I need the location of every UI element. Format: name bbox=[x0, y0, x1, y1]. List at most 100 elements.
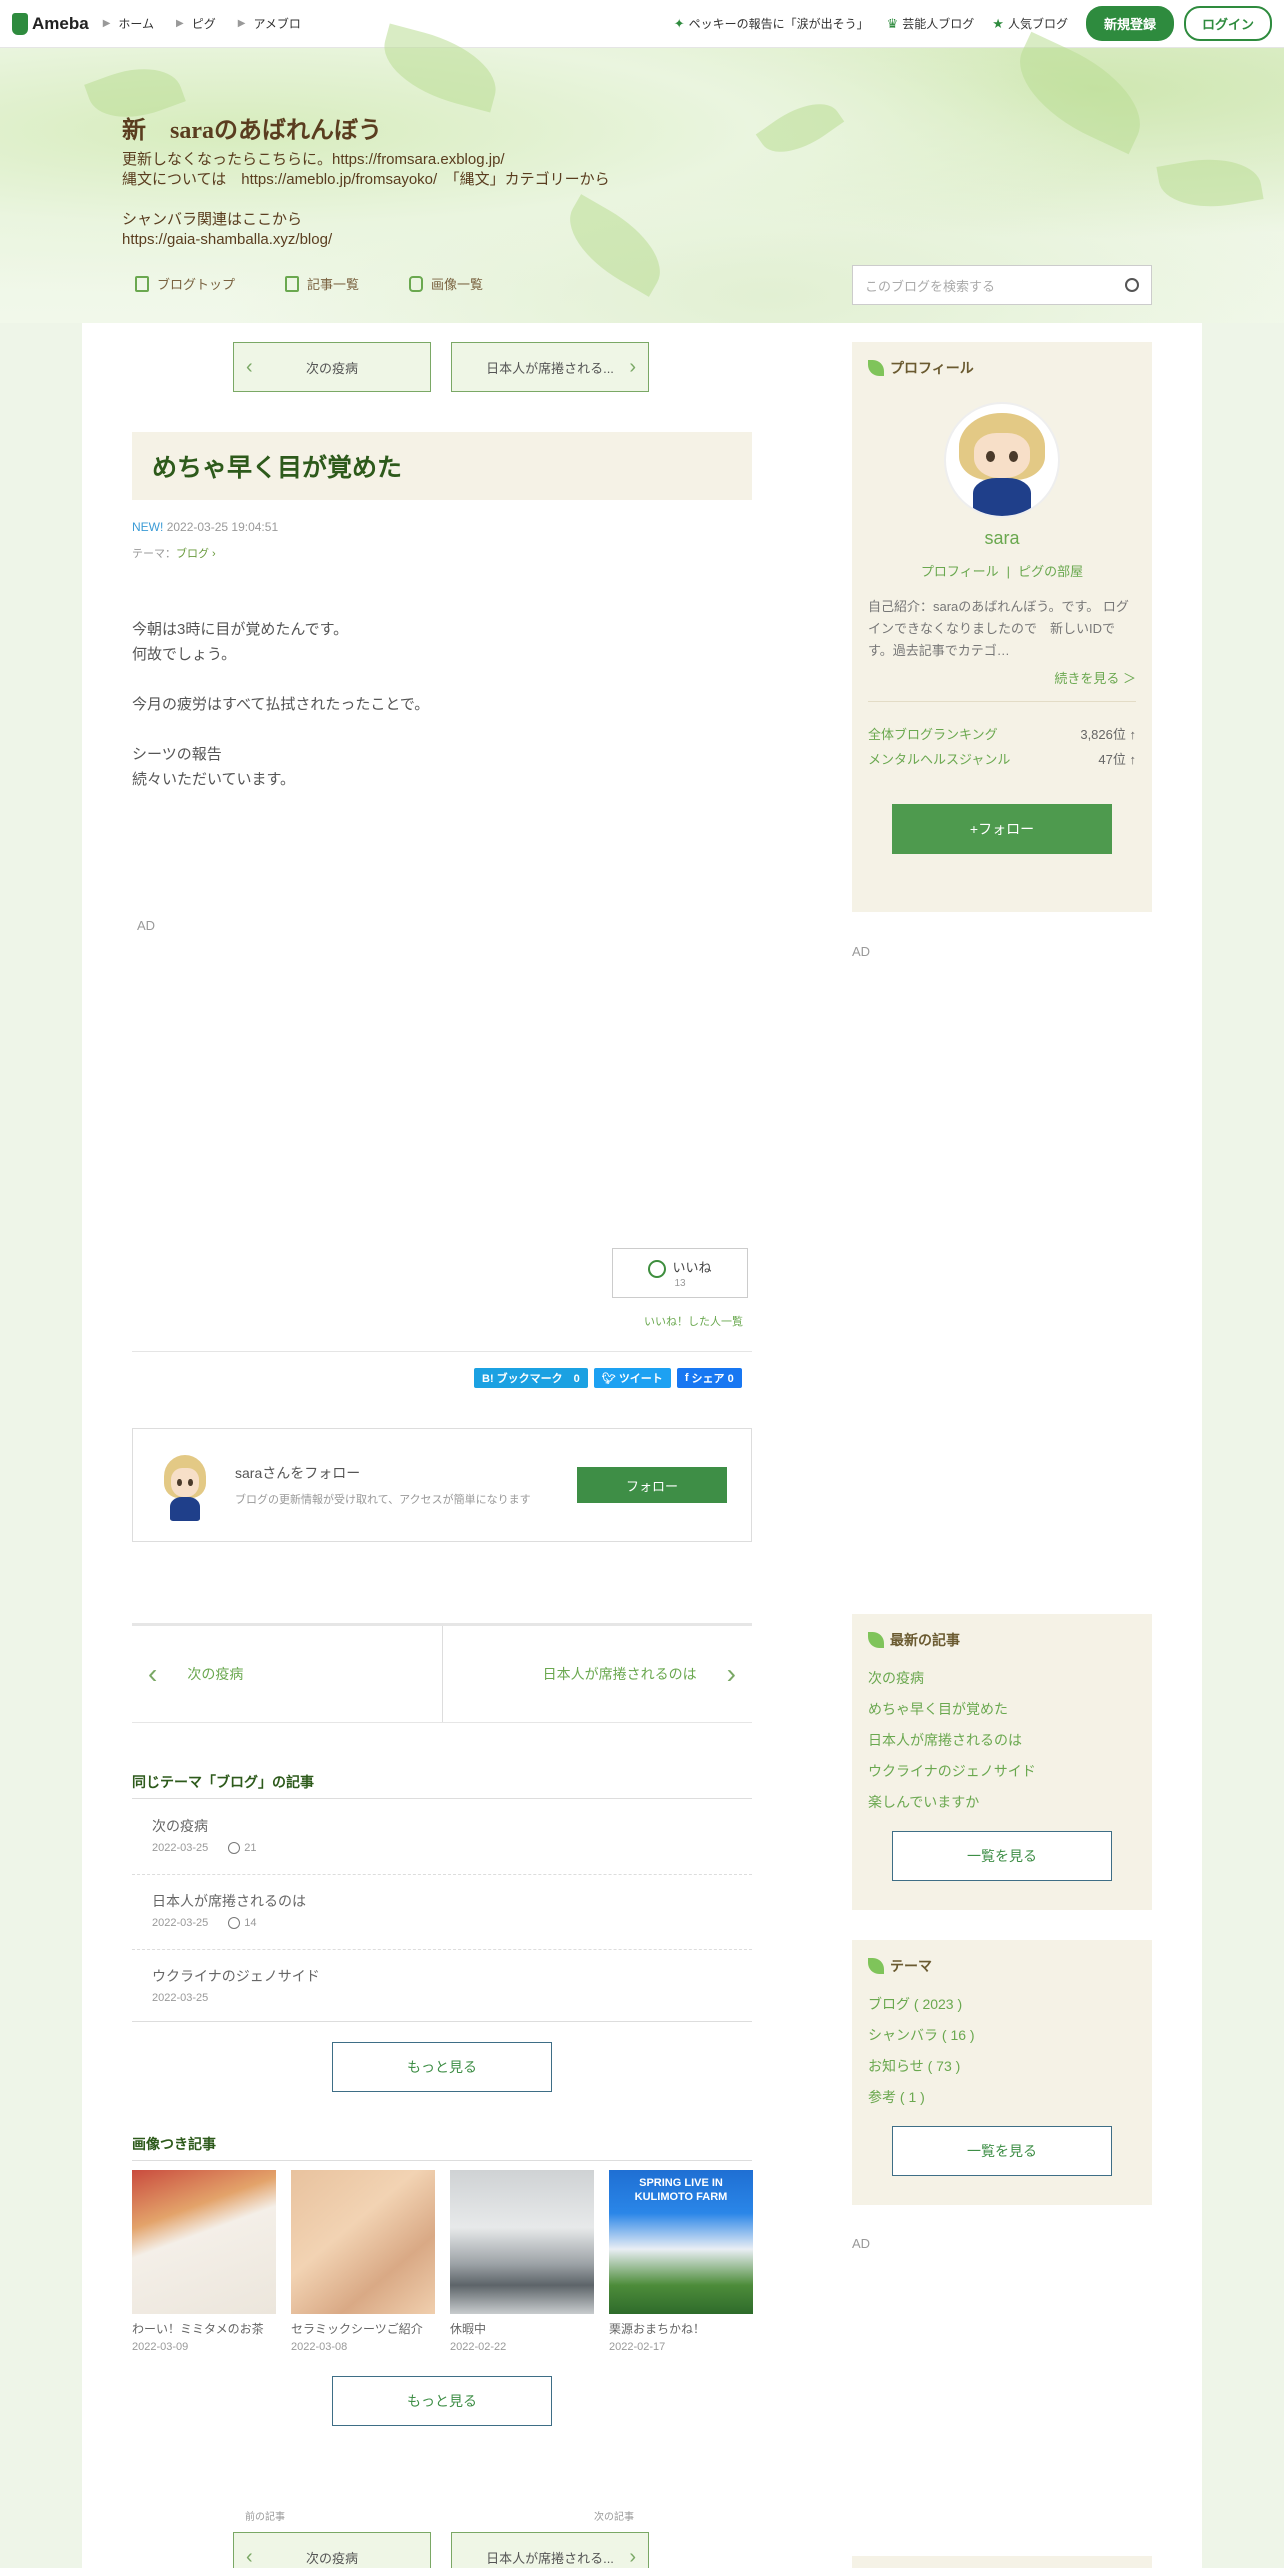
image-article-date: 2022-02-17 bbox=[609, 2341, 666, 2353]
chevron-right-icon: ▶ bbox=[176, 18, 184, 29]
list-item-likes: 14 bbox=[244, 1917, 257, 1929]
next-entry-link[interactable]: 日本人が席捲されるのは › bbox=[441, 1626, 753, 1722]
login-button[interactable]: ログイン bbox=[1183, 6, 1272, 41]
search-icon[interactable] bbox=[1125, 278, 1139, 292]
profile-read-more[interactable]: 続きを見る ＞ bbox=[868, 668, 1136, 702]
profile-widget: プロフィール sara プロフィール | ピグの部屋 自己紹介：saraのあばれんぼ… bbox=[852, 342, 1152, 912]
recent-entry-link[interactable]: めちゃ早く目が覚めた bbox=[868, 1699, 1136, 1730]
image-articles-more-button[interactable]: もっと見る bbox=[332, 2376, 552, 2426]
ad-label: AD bbox=[852, 2236, 871, 2251]
article-thumbnail[interactable]: SPRING LIVE IN KULIMOTO FARM bbox=[609, 2170, 753, 2314]
list-item-likes: 21 bbox=[244, 1842, 257, 1854]
list-item[interactable]: ウクライナのジェノサイド 2022-03-25 bbox=[132, 1950, 752, 2022]
recent-entry-link[interactable]: 楽しんでいますか bbox=[868, 1792, 1136, 1823]
topic-link[interactable]: ✦ ペッキーの報告に「涙が出そう」 bbox=[674, 15, 869, 32]
theme-link[interactable]: 参考 ( 1 ) bbox=[868, 2087, 1136, 2118]
image-article-date: 2022-02-22 bbox=[450, 2341, 507, 2353]
same-theme-more-button[interactable]: もっと見る bbox=[332, 2042, 552, 2092]
article-body: 今朝は3時に目が覚めたんです。 何故でしょう。 今月の疲労はすべて払拭されたった… bbox=[132, 621, 430, 788]
themes-list-button[interactable]: 一覧を見る bbox=[892, 2126, 1112, 2176]
profile-name[interactable]: sara bbox=[868, 528, 1136, 549]
nav-image-list[interactable]: 画像一覧 bbox=[409, 274, 483, 293]
pigg-room-link[interactable]: ピグの部屋 bbox=[1018, 564, 1083, 579]
list-item-title: ウクライナのジェノサイド bbox=[152, 1968, 320, 1984]
ranking-row[interactable]: メンタルヘルスジャンル 47位 ↑ bbox=[868, 749, 1136, 768]
theme-link[interactable]: ブログ bbox=[176, 548, 209, 560]
smile-icon bbox=[228, 1917, 241, 1929]
avatar bbox=[157, 1449, 213, 1521]
liked-users-link[interactable]: いいね！した人一覧 bbox=[644, 1313, 743, 1329]
list-item-date: 2022-03-25 bbox=[152, 1992, 209, 2004]
list-item-title: 次の疫病 bbox=[152, 1818, 208, 1834]
recent-heading: 最新の記事 bbox=[890, 1632, 960, 1648]
theme-label: テーマ： bbox=[132, 548, 176, 560]
follow-button[interactable]: フォロー bbox=[577, 1467, 727, 1503]
article-thumbnail[interactable] bbox=[450, 2170, 594, 2314]
prev-entry-button[interactable]: ‹ 次の疫病 bbox=[233, 2532, 431, 2568]
hatena-bookmark-button[interactable]: B! ブックマーク 0 bbox=[474, 1368, 588, 1388]
next-entry-link-label: 日本人が席捲されるのは bbox=[542, 1666, 697, 1682]
new-badge: NEW! bbox=[132, 520, 164, 534]
list-item[interactable]: 日本人が席捲されるのは 2022-03-25 14 bbox=[132, 1875, 752, 1950]
prev-entry-button[interactable]: ‹ 次の疫病 bbox=[233, 342, 431, 392]
divider bbox=[132, 1351, 752, 1352]
like-button[interactable]: いいね 13 bbox=[612, 1248, 748, 1298]
sidebar-follow-button[interactable]: +フォロー bbox=[892, 804, 1112, 854]
image-article-card[interactable]: セラミックシーツご紹介 2022-03-08 bbox=[291, 2170, 435, 2353]
next-entry-button[interactable]: 日本人が席捲される... › bbox=[451, 2532, 649, 2568]
follow-box: saraさんをフォロー ブログの更新情報が受け取れて、アクセスが簡単になります … bbox=[132, 1428, 752, 1542]
recent-entry-link[interactable]: 日本人が席捲されるのは bbox=[868, 1730, 1136, 1761]
tweet-label: ツイート bbox=[618, 1373, 663, 1385]
popular-blog-link[interactable]: ★ 人気ブログ bbox=[992, 15, 1068, 32]
theme-link[interactable]: シャンバラ ( 16 ) bbox=[868, 2025, 1136, 2056]
image-article-card[interactable]: SPRING LIVE IN KULIMOTO FARM 栗源おまちかね！ 20… bbox=[609, 2170, 753, 2353]
recent-entry-link[interactable]: 次の疫病 bbox=[868, 1668, 1136, 1699]
profile-avatar[interactable] bbox=[944, 402, 1060, 518]
popular-blog-label: 人気ブログ bbox=[1007, 17, 1068, 31]
celebrity-blog-link[interactable]: ♛ 芸能人ブログ bbox=[887, 15, 975, 32]
prev-entry-link[interactable]: ‹ 次の疫病 bbox=[132, 1626, 442, 1722]
next-entry-caption: 次の記事 bbox=[594, 2512, 634, 2523]
list-item-date: 2022-03-25 bbox=[152, 1842, 209, 1854]
ranking-row[interactable]: 全体ブログランキング 3,826位 ↑ bbox=[868, 724, 1136, 743]
recent-entry-link[interactable]: ウクライナのジェノサイド bbox=[868, 1761, 1136, 1792]
facebook-share-button[interactable]: f シェア 0 bbox=[676, 1368, 742, 1388]
nav-ameblo[interactable]: ▶ アメブロ bbox=[238, 15, 301, 32]
prev-entry-caption: 前の記事 bbox=[245, 2512, 285, 2523]
ameba-logo-icon bbox=[12, 12, 28, 35]
register-button[interactable]: 新規登録 bbox=[1085, 6, 1174, 41]
list-item[interactable]: 次の疫病 2022-03-25 21 bbox=[132, 1800, 752, 1875]
blog-title[interactable]: 新 saraのあばれんぼう bbox=[122, 110, 382, 145]
copy-icon bbox=[285, 275, 300, 292]
image-article-date: 2022-03-08 bbox=[291, 2341, 348, 2353]
nav-entry-list[interactable]: 記事一覧 bbox=[285, 274, 359, 293]
blog-search-input[interactable]: このブログを検索する bbox=[852, 265, 1152, 305]
same-theme-heading: 同じテーマ「ブログ」の記事 bbox=[132, 1772, 752, 1799]
chevron-right-icon: ▶ bbox=[237, 18, 246, 29]
image-article-card[interactable]: 休暇中 2022-02-22 bbox=[450, 2170, 594, 2353]
nav-blog-top[interactable]: ブログトップ bbox=[135, 274, 235, 293]
next-entry-button[interactable]: 日本人が席捲される... › bbox=[451, 342, 649, 392]
leaf-icon bbox=[868, 1632, 884, 1648]
article-title[interactable]: めちゃ早く目が覚めた bbox=[132, 432, 752, 500]
image-article-title: わーい！ミミタメのお茶 bbox=[132, 2322, 264, 2336]
ranking-label: メンタルヘルスジャンル bbox=[868, 752, 1011, 767]
nav-pigg[interactable]: ▶ ピグ bbox=[176, 15, 216, 32]
nav-home[interactable]: ▶ ホーム bbox=[103, 15, 154, 32]
star-icon: ★ bbox=[992, 15, 1004, 31]
celebrity-blog-label: 芸能人ブログ bbox=[902, 17, 975, 31]
chevron-right-icon: › bbox=[726, 1658, 736, 1689]
theme-link[interactable]: ブログ ( 2023 ) bbox=[868, 1994, 1136, 2025]
theme-link[interactable]: お知らせ ( 73 ) bbox=[868, 2056, 1136, 2087]
recent-list-button[interactable]: 一覧を見る bbox=[892, 1831, 1112, 1881]
tweet-button[interactable]: 🐦︎ ツイート bbox=[593, 1368, 671, 1388]
profile-link[interactable]: プロフィール bbox=[921, 564, 999, 579]
next-entry-label: 日本人が席捲される... bbox=[486, 360, 614, 376]
leaf-decoration bbox=[755, 88, 845, 168]
article-thumbnail[interactable] bbox=[291, 2170, 435, 2314]
image-article-card[interactable]: わーい！ミミタメのお茶 2022-03-09 bbox=[132, 2170, 276, 2353]
crown-icon: ♛ bbox=[886, 15, 899, 31]
image-article-title: セラミックシーツご紹介 bbox=[291, 2322, 423, 2336]
ameba-logo[interactable]: Ameba bbox=[12, 12, 89, 35]
article-thumbnail[interactable] bbox=[132, 2170, 276, 2314]
